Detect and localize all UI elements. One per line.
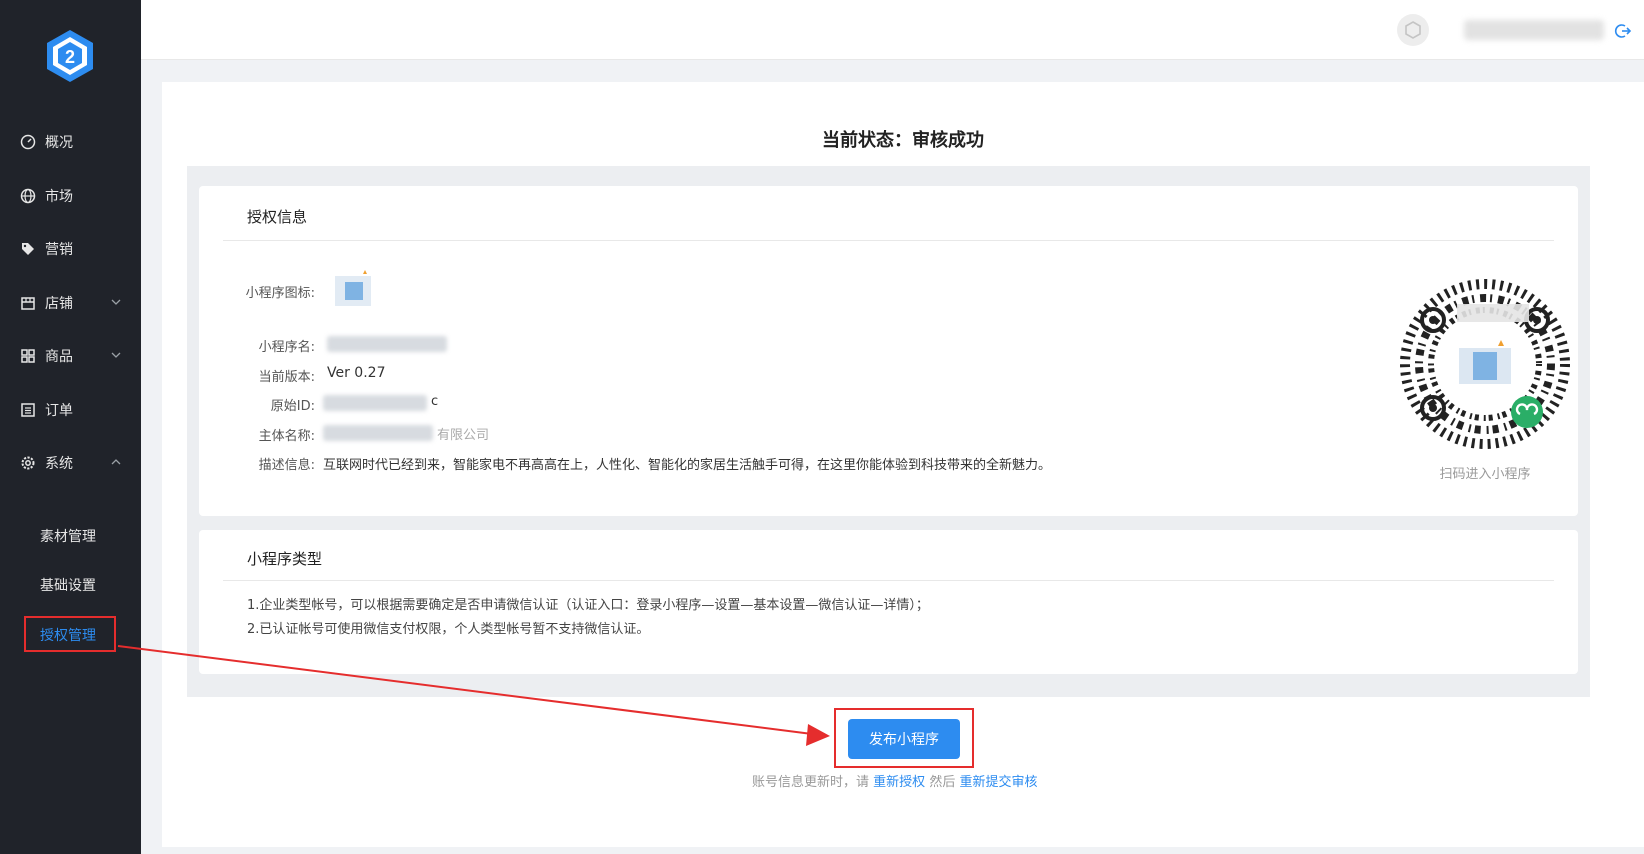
user-name-redacted bbox=[1464, 20, 1604, 40]
field-label-icon: 小程序图标: bbox=[245, 286, 315, 301]
name-redacted bbox=[327, 336, 447, 352]
auth-info-title: 授权信息 bbox=[247, 208, 308, 226]
original-id-redacted bbox=[323, 395, 427, 411]
globe-icon bbox=[19, 187, 37, 205]
qr-caption: 扫码进入小程序 bbox=[1439, 467, 1531, 482]
version-value: Ver 0.27 bbox=[327, 365, 386, 381]
hint-middle: 然后 bbox=[929, 775, 956, 790]
hint-text: 账号信息更新时，请 重新授权 然后 重新提交审核 bbox=[752, 771, 1037, 790]
qr-code-icon bbox=[1400, 279, 1570, 449]
field-label-subject: 主体名称: bbox=[258, 429, 315, 444]
sidebar-item-label: 营销 bbox=[45, 242, 73, 258]
sidebar-item-label: 概况 bbox=[45, 135, 73, 151]
subject-suffix: 有限公司 bbox=[437, 428, 490, 443]
app-logo[interactable]: 2 bbox=[42, 28, 98, 84]
publish-mini-program-button[interactable]: 发布小程序 bbox=[848, 719, 960, 759]
auth-info-card: 授权信息 小程序图标: 小程序名: 当前版本: Ver 0.27 原始ID: c… bbox=[199, 186, 1578, 516]
sidebar-item-system[interactable]: 系统 bbox=[0, 443, 141, 483]
sidebar-item-store[interactable]: 店铺 bbox=[0, 283, 141, 323]
sidebar-item-label: 店铺 bbox=[45, 296, 73, 312]
page-title: 当前状态：审核成功 bbox=[822, 130, 984, 151]
hint-prefix: 账号信息更新时，请 bbox=[752, 775, 870, 790]
store-icon bbox=[19, 294, 37, 312]
avatar[interactable] bbox=[1397, 14, 1429, 46]
divider bbox=[223, 240, 1554, 241]
field-label-original-id: 原始ID: bbox=[270, 399, 315, 414]
svg-text:2: 2 bbox=[65, 47, 75, 67]
dashboard-icon bbox=[19, 133, 37, 151]
list-icon bbox=[19, 401, 37, 419]
type-info-line: 1.企业类型帐号，可以根据需要确定是否申请微信认证（认证入口：登录小程序—设置—… bbox=[247, 598, 929, 613]
sidebar-item-marketing[interactable]: 营销 bbox=[0, 229, 141, 269]
sidebar-item-label: 系统 bbox=[45, 456, 73, 472]
field-label-name: 小程序名: bbox=[258, 340, 315, 355]
highlight-box-authorization bbox=[24, 616, 116, 652]
subject-redacted bbox=[323, 425, 433, 441]
sidebar-item-label: 商品 bbox=[45, 349, 73, 365]
description-value: 互联网时代已经到来，智能家电不再高高在上，人性化、智能化的家居生活触手可得，在这… bbox=[323, 458, 1052, 473]
type-info-title: 小程序类型 bbox=[247, 550, 323, 568]
sidebar-item-label: 订单 bbox=[45, 403, 73, 419]
tag-icon bbox=[19, 240, 37, 258]
sidebar-subitem-basic-settings[interactable]: 基础设置 bbox=[40, 575, 96, 595]
sidebar-item-label: 市场 bbox=[45, 189, 73, 205]
type-info-card: 小程序类型 1.企业类型帐号，可以根据需要确定是否申请微信认证（认证入口：登录小… bbox=[199, 530, 1578, 674]
field-label-version: 当前版本: bbox=[258, 370, 315, 385]
logo-icon bbox=[1405, 21, 1421, 39]
chevron-down-icon bbox=[111, 352, 121, 358]
sidebar: 2 概况 市场 营销 店铺 商品 订单 系统 素材管理 基础设置 授权管理 bbox=[0, 0, 141, 854]
sidebar-subitem-materials[interactable]: 素材管理 bbox=[40, 526, 96, 546]
gear-icon bbox=[19, 454, 37, 472]
sidebar-item-market[interactable]: 市场 bbox=[0, 176, 141, 216]
chevron-down-icon bbox=[111, 299, 121, 305]
original-id-suffix: c bbox=[431, 394, 439, 409]
mini-program-icon bbox=[335, 270, 371, 306]
field-label-description: 描述信息: bbox=[258, 458, 315, 473]
sidebar-item-orders[interactable]: 订单 bbox=[0, 390, 141, 430]
sidebar-item-overview[interactable]: 概况 bbox=[0, 122, 141, 162]
top-bar bbox=[141, 0, 1644, 60]
chevron-up-icon bbox=[111, 459, 121, 465]
divider bbox=[223, 580, 1554, 581]
reauthorize-link[interactable]: 重新授权 bbox=[873, 775, 925, 790]
logout-icon[interactable] bbox=[1614, 22, 1632, 40]
content-panel: 授权信息 小程序图标: 小程序名: 当前版本: Ver 0.27 原始ID: c… bbox=[187, 166, 1590, 697]
grid-icon bbox=[19, 347, 37, 365]
type-info-line: 2.已认证帐号可使用微信支付权限，个人类型帐号暂不支持微信认证。 bbox=[247, 622, 650, 637]
sidebar-item-products[interactable]: 商品 bbox=[0, 336, 141, 376]
resubmit-review-link[interactable]: 重新提交审核 bbox=[959, 775, 1037, 790]
